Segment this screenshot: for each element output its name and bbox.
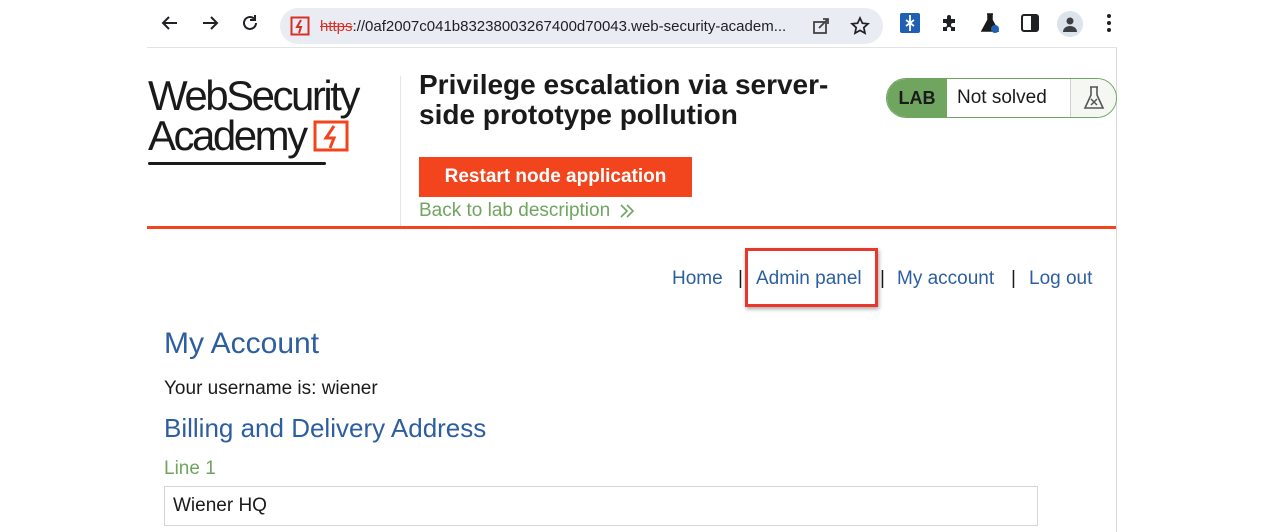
address-line1-input[interactable] [164,486,1038,526]
reload-icon[interactable] [235,8,265,38]
lab-status-text: Not solved [947,79,1071,117]
logo-line2: Academy [148,112,308,159]
web-security-academy-logo[interactable]: WebSecurity Academy [148,72,398,165]
address-bar[interactable]: https://0af2007c041b83238003267400d70043… [280,8,883,44]
admin-panel-highlight-box [745,248,878,307]
puzzle-icon[interactable] [937,10,963,36]
browser-toolbar: https://0af2007c041b83238003267400d70043… [147,0,1117,48]
back-link-label: Back to lab description [419,200,611,221]
back-to-lab-description-link[interactable]: Back to lab description [419,200,636,222]
star-icon[interactable] [849,15,871,37]
kebab-menu-icon[interactable] [1097,10,1121,36]
nav-home-link[interactable]: Home [672,268,723,290]
logo-line1: WebSecurity [148,72,360,119]
restart-node-application-button[interactable]: Restart node application [419,157,692,197]
logo-underline [148,162,326,165]
nav-my-account-link[interactable]: My account [897,268,994,290]
username-text: Your username is: wiener [164,378,378,399]
page-title: My Account [164,327,320,360]
url-text[interactable]: https://0af2007c041b83238003267400d70043… [320,18,800,35]
header-rule [147,226,1116,229]
line1-label: Line 1 [164,458,216,479]
flask-icon [1071,79,1116,117]
lightning-bolt-icon [313,120,349,152]
billing-address-heading: Billing and Delivery Address [164,413,487,443]
nav-separator: | [1011,268,1016,289]
side-panel-icon[interactable] [1017,10,1043,36]
share-icon[interactable] [810,15,832,37]
page-edge [1116,48,1117,532]
lab-status-widget: LAB Not solved [886,78,1117,118]
double-chevron-right-icon [620,204,635,218]
site-favicon-icon [290,16,310,36]
profile-icon[interactable] [1057,11,1083,37]
flask-extension-icon[interactable] [977,10,1003,36]
nav-separator: | [880,268,885,289]
nav-separator: | [738,268,743,289]
header-divider [400,76,401,226]
burp-extension-icon[interactable] [897,10,923,36]
arrow-right-icon[interactable] [195,8,225,38]
lab-title: Privilege escalation via server-side pro… [419,69,829,130]
nav-log-out-link[interactable]: Log out [1029,268,1092,290]
arrow-left-icon[interactable] [155,8,185,38]
logo-line2-row: Academy [148,112,398,159]
lab-badge: LAB [887,79,947,117]
